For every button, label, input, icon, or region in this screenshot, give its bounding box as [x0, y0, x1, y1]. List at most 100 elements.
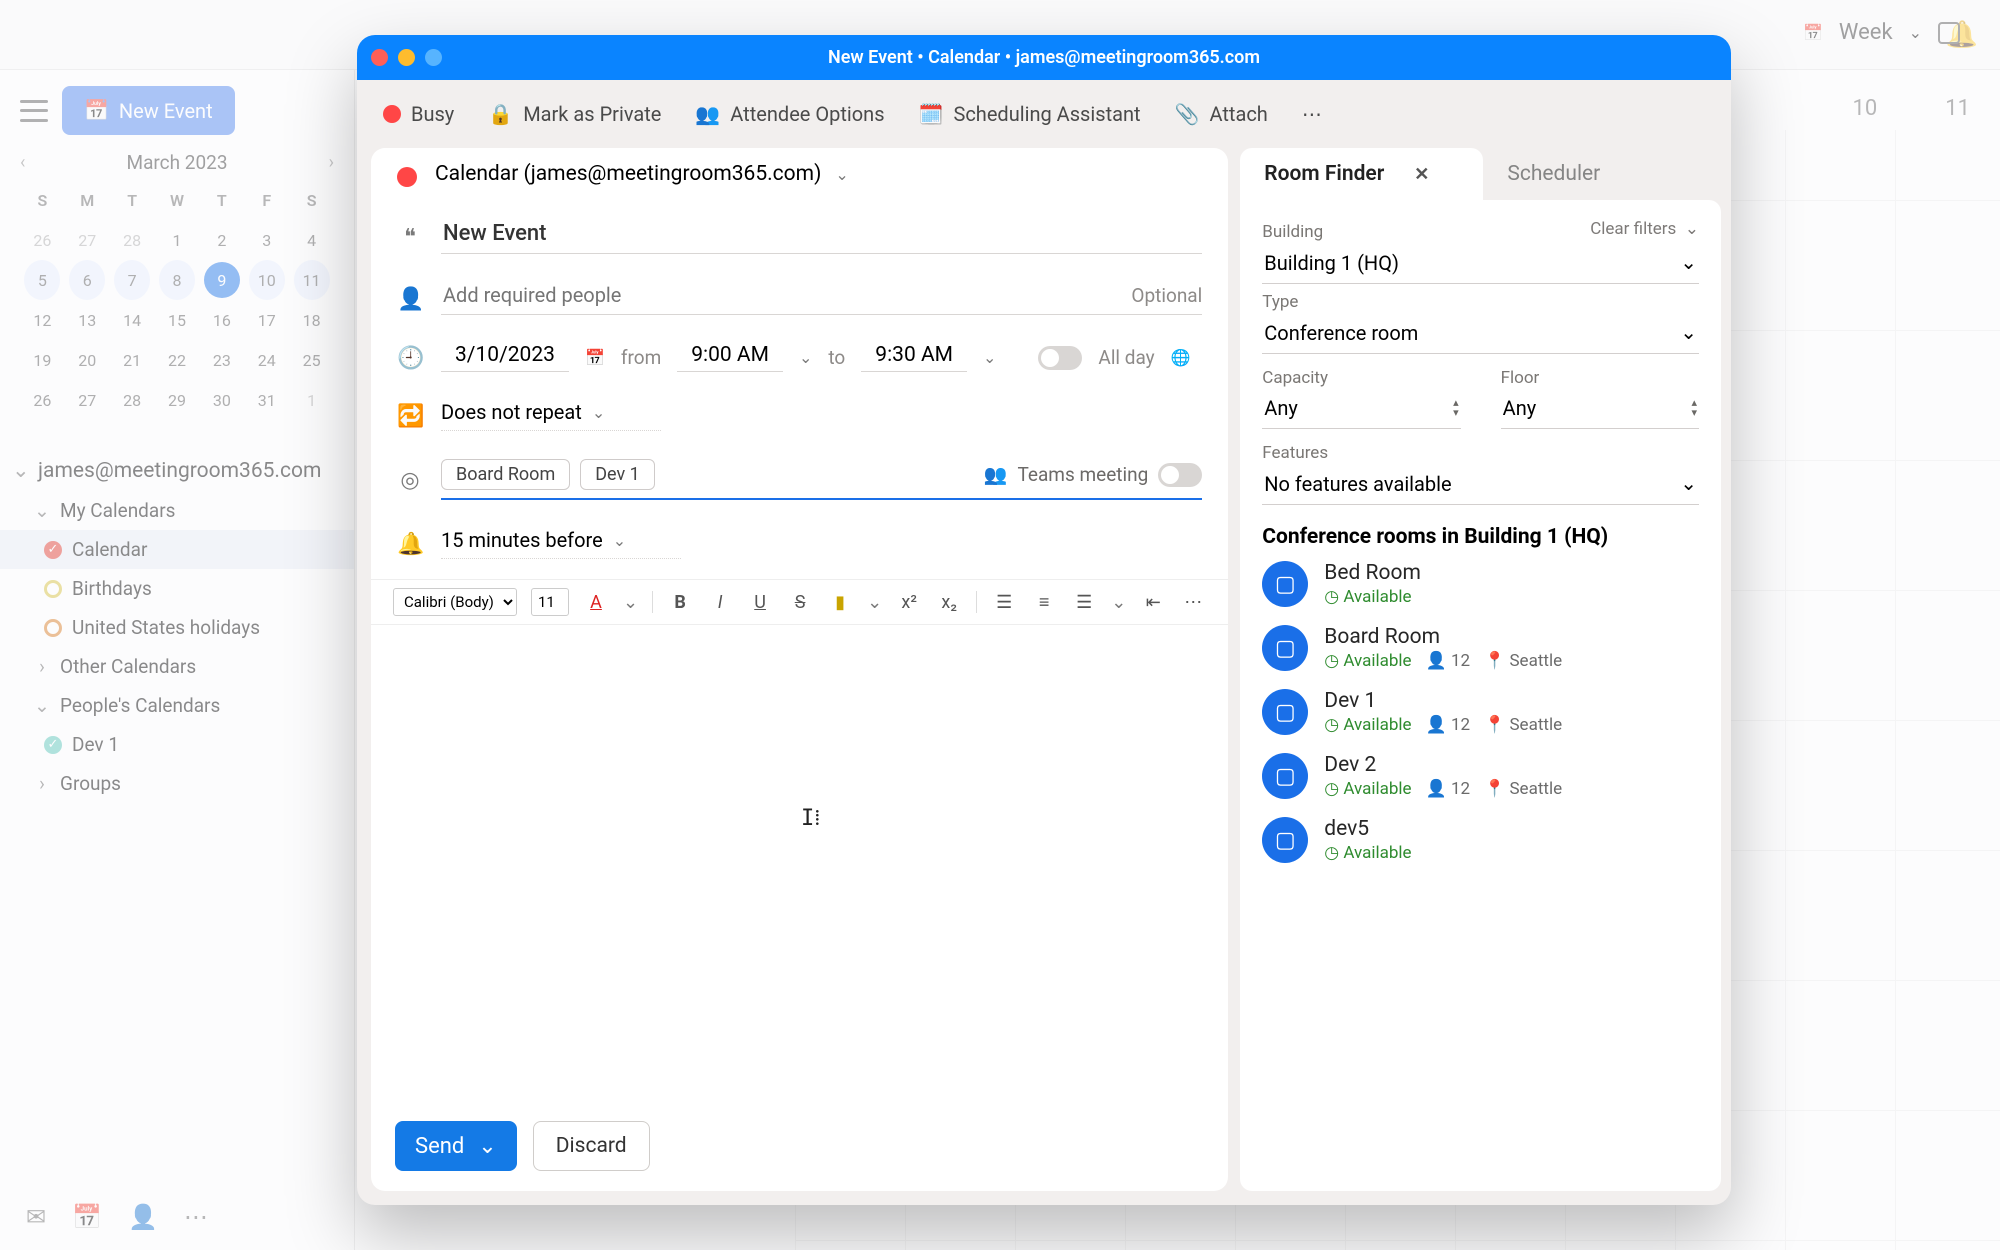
discard-button[interactable]: Discard [533, 1121, 650, 1171]
chevron-down-icon[interactable]: ⌄ [613, 531, 626, 550]
required-people-input[interactable] [441, 282, 1121, 308]
room-icon: ▢ [1262, 625, 1308, 671]
text-cursor-icon: 𝙸⁞ [801, 805, 820, 831]
bold-button[interactable]: B [667, 592, 693, 613]
clear-filters-button[interactable]: Clear filters ⌄ [1590, 219, 1699, 239]
floor-stepper[interactable]: Any ▴▾ [1501, 388, 1699, 429]
chevron-down-icon[interactable]: ⌄ [1111, 592, 1126, 613]
room-name: Board Room [1324, 625, 1562, 649]
attach-label: Attach [1209, 102, 1267, 126]
location-chip[interactable]: Board Room [441, 459, 570, 490]
room-availability: ◷ Available [1324, 651, 1411, 671]
send-button-label: Send [415, 1134, 464, 1159]
room-list-item[interactable]: ▢dev5◷ Available [1262, 817, 1699, 863]
attendee-options-label: Attendee Options [730, 102, 884, 126]
room-list-item[interactable]: ▢Dev 2◷ Available👤 12📍 Seattle [1262, 753, 1699, 799]
teams-meeting-label: Teams meeting [1017, 463, 1148, 486]
room-meta: ◷ Available👤 12📍 Seattle [1324, 715, 1562, 735]
room-availability: ◷ Available [1324, 587, 1411, 607]
strikethrough-button[interactable]: S [787, 592, 813, 613]
chevron-down-icon[interactable]: ⌄ [835, 165, 848, 184]
chevron-down-icon[interactable]: ⌄ [623, 592, 638, 613]
calendar-select[interactable]: Calendar (james@meetingroom365.com) [435, 162, 821, 186]
room-list-item[interactable]: ▢ Board Room◷ Available👤 12📍 Seattle [1262, 625, 1699, 671]
mark-private-button[interactable]: 🔒 Mark as Private [488, 102, 661, 127]
room-finder-tab-label: Room Finder [1264, 162, 1384, 186]
italic-button[interactable]: I [707, 592, 733, 613]
repeat-select[interactable]: Does not repeat [441, 400, 582, 424]
room-name: dev5 [1324, 817, 1411, 841]
superscript-button[interactable]: x² [896, 592, 922, 613]
room-icon: ▢ [1262, 817, 1308, 863]
subscript-button[interactable]: x₂ [936, 592, 962, 613]
location-input[interactable]: Board Room Dev 1 👥 Teams meeting [441, 459, 1202, 500]
date-input[interactable]: 3/10/2023 [441, 343, 569, 372]
start-time-input[interactable]: 9:00 AM [677, 343, 783, 372]
event-body-editor[interactable]: 𝙸⁞ [371, 625, 1228, 1121]
room-meta: ◷ Available👤 12📍 Seattle [1324, 651, 1562, 671]
align-button[interactable]: ☰ [1071, 592, 1097, 613]
room-name: Dev 1 [1324, 689, 1562, 713]
chevron-down-icon: ⌄ [1680, 320, 1697, 345]
room-city: 📍 Seattle [1484, 651, 1562, 671]
scheduling-assistant-icon: 🗓️ [919, 102, 944, 127]
show-as-busy[interactable]: Busy [383, 102, 454, 126]
all-day-toggle[interactable] [1038, 346, 1082, 370]
building-label: Building [1262, 222, 1323, 242]
scheduling-assistant-button[interactable]: 🗓️ Scheduling Assistant [919, 102, 1141, 127]
room-capacity: 👤 12 [1426, 715, 1471, 735]
reminder-select[interactable]: 15 minutes before [441, 528, 603, 552]
quote-icon: ❝ [397, 224, 423, 250]
features-select[interactable]: No features available⌄ [1262, 463, 1699, 505]
features-label: Features [1262, 443, 1699, 463]
chevron-down-icon[interactable]: ⌄ [983, 348, 996, 367]
location-icon: ◎ [397, 467, 423, 493]
chevron-down-icon[interactable]: ⌄ [478, 1133, 496, 1159]
type-select[interactable]: Conference room⌄ [1262, 312, 1699, 354]
end-time-input[interactable]: 9:30 AM [861, 343, 967, 372]
font-color-button[interactable]: A [583, 592, 609, 613]
teams-meeting-toggle[interactable] [1158, 463, 1202, 487]
optional-toggle[interactable]: Optional [1131, 284, 1202, 307]
modal-title: New Event • Calendar • james@meetingroom… [357, 47, 1731, 68]
room-list-item[interactable]: ▢Bed Room◷ Available [1262, 561, 1699, 607]
busy-label: Busy [411, 102, 454, 126]
room-list-item[interactable]: ▢Dev 1◷ Available👤 12📍 Seattle [1262, 689, 1699, 735]
scheduling-assistant-label: Scheduling Assistant [953, 102, 1140, 126]
font-size-input[interactable] [531, 588, 569, 616]
tab-scheduler[interactable]: Scheduler [1483, 148, 1624, 200]
paperclip-icon: 📎 [1175, 102, 1200, 127]
room-availability: ◷ Available [1324, 715, 1411, 735]
teams-icon: 👥 [984, 463, 1008, 487]
attendee-options-button[interactable]: 👥 Attendee Options [695, 102, 884, 127]
room-list-title: Conference rooms in Building 1 (HQ) [1262, 525, 1699, 549]
event-title-input[interactable] [441, 220, 1202, 247]
attendee-options-icon: 👥 [695, 102, 720, 127]
timezone-icon[interactable]: 🌐 [1171, 348, 1191, 368]
room-meta: ◷ Available👤 12📍 Seattle [1324, 779, 1562, 799]
mark-private-label: Mark as Private [523, 102, 661, 126]
send-button[interactable]: Send ⌄ [395, 1121, 517, 1171]
chevron-down-icon[interactable]: ⌄ [867, 592, 882, 613]
close-icon[interactable]: ✕ [1414, 164, 1429, 185]
bulleted-list-button[interactable]: ☰ [991, 592, 1017, 613]
capacity-stepper[interactable]: Any ▴▾ [1262, 388, 1460, 429]
chevron-down-icon[interactable]: ⌄ [592, 403, 605, 422]
room-capacity: 👤 12 [1426, 779, 1471, 799]
to-label: to [828, 346, 845, 369]
tab-room-finder[interactable]: Room Finder ✕ [1240, 148, 1483, 200]
calendar-picker-icon[interactable]: 📅 [585, 348, 605, 368]
building-select[interactable]: Building 1 (HQ)⌄ [1262, 242, 1699, 284]
location-chip[interactable]: Dev 1 [580, 459, 655, 490]
numbered-list-button[interactable]: ≡ [1031, 592, 1057, 613]
highlight-button[interactable]: ▮ [827, 592, 853, 613]
attach-button[interactable]: 📎 Attach [1175, 102, 1268, 127]
room-icon: ▢ [1262, 689, 1308, 735]
font-family-select[interactable]: Calibri (Body) [393, 588, 517, 616]
more-toolbar-icon[interactable]: ⋯ [1302, 102, 1322, 127]
capacity-label: Capacity [1262, 368, 1460, 388]
outdent-button[interactable]: ⇤ [1140, 592, 1166, 613]
chevron-down-icon[interactable]: ⌄ [799, 348, 812, 367]
underline-button[interactable]: U [747, 592, 773, 613]
more-formatting-button[interactable]: ⋯ [1180, 592, 1206, 613]
